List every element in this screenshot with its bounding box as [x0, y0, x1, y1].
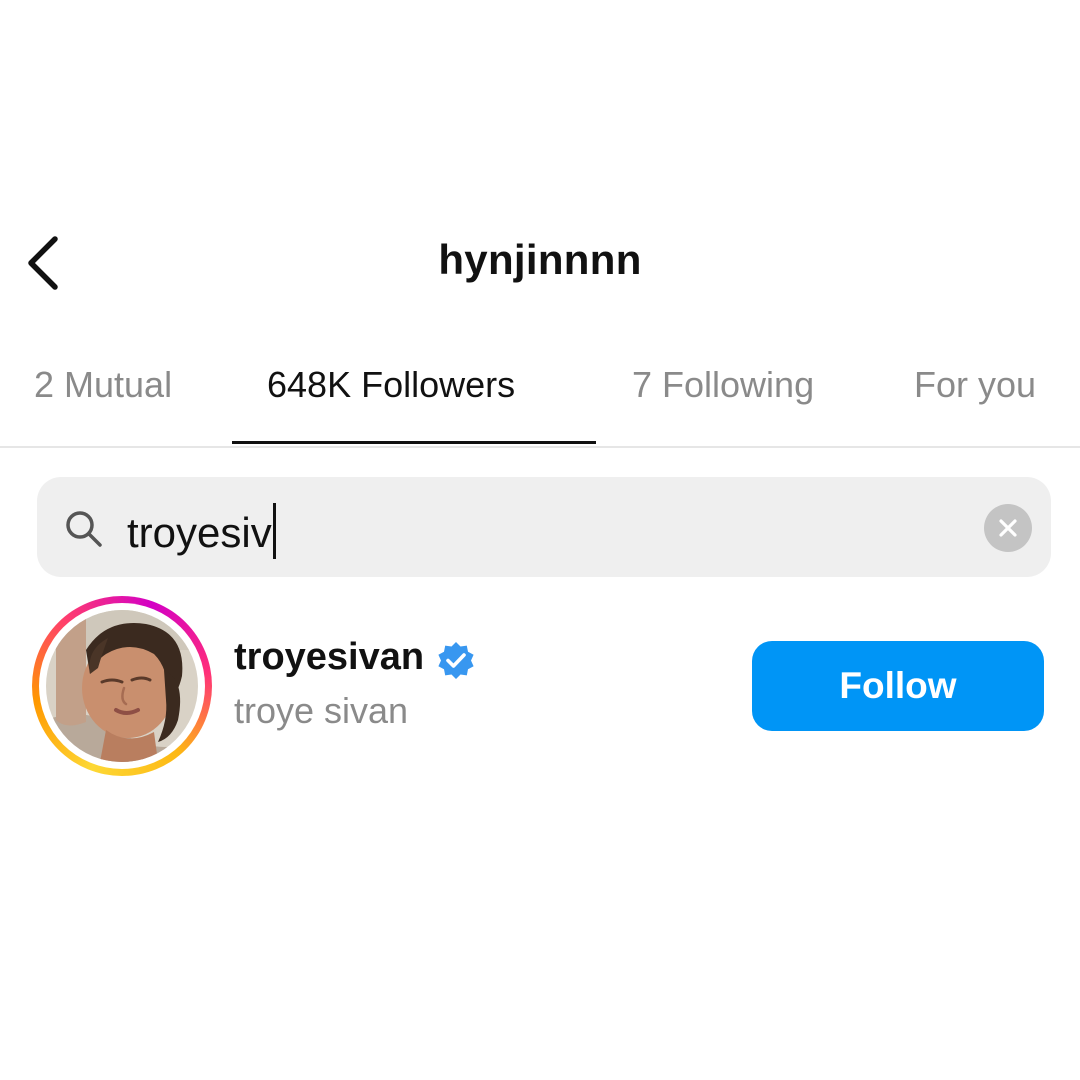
tab-bar: 2 Mutual 648K Followers 7 Following For …	[0, 350, 1080, 448]
search-query[interactable]: troyesiv	[127, 503, 276, 559]
follow-button[interactable]: Follow	[752, 641, 1044, 731]
search-icon	[66, 511, 102, 547]
clear-icon	[999, 519, 1017, 537]
text-caret	[272, 503, 276, 559]
tab-for-you[interactable]: For you	[914, 364, 1036, 406]
story-ring[interactable]	[32, 596, 212, 776]
avatar	[46, 610, 198, 762]
result-full-name: troye sivan	[234, 690, 409, 731]
result-username[interactable]: troyesivan	[234, 636, 424, 679]
tab-followers[interactable]: 648K Followers	[267, 364, 515, 406]
followers-screen: hynjinnnn 2 Mutual 648K Followers 7 Foll…	[0, 0, 1080, 1080]
avatar-image	[46, 610, 198, 762]
page-title: hynjinnnn	[438, 236, 642, 283]
search-query-text: troyesiv	[127, 509, 272, 556]
tab-following[interactable]: 7 Following	[632, 364, 814, 406]
clear-search-button[interactable]	[984, 504, 1032, 552]
verified-badge-icon	[438, 642, 474, 679]
active-tab-indicator	[232, 441, 596, 444]
tab-mutual[interactable]: 2 Mutual	[34, 364, 172, 406]
